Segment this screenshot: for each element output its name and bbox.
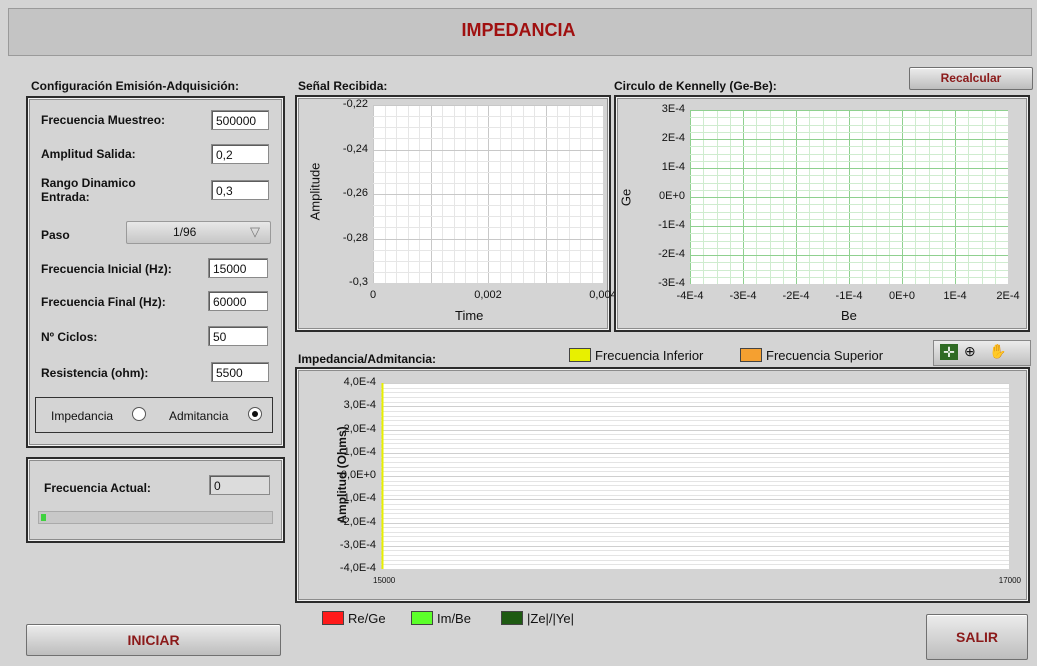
label-frecuencia-muestreo: Frecuencia Muestreo: — [41, 113, 166, 127]
page-title: IMPEDANCIA — [461, 20, 576, 40]
signal-plot-area — [373, 105, 603, 283]
legend-ze-ye: |Ze|/|Ye| — [501, 611, 574, 626]
progress-bar — [38, 511, 273, 524]
cursor-crosshair-icon[interactable]: ✛ — [940, 344, 958, 360]
label-n-ciclos: Nº Ciclos: — [41, 330, 98, 344]
impedance-y-tick: -3,0E-4 — [339, 538, 376, 551]
label-frecuencia-final: Frecuencia Final (Hz): — [41, 295, 166, 309]
impedance-x-tick: 17000 — [998, 576, 1021, 585]
label-amplitud-salida: Amplitud Salida: — [41, 147, 136, 161]
kennelly-y-tick: 1E-4 — [661, 161, 685, 173]
kennelly-y-tick: -1E-4 — [658, 219, 685, 231]
radio-admitancia[interactable] — [248, 407, 262, 421]
radio-impedancia[interactable] — [132, 407, 146, 421]
kennelly-chart-title: Circulo de Kennelly (Ge-Be): — [614, 79, 777, 93]
legend-swatch-inferior — [569, 348, 591, 362]
legend-label-superior: Frecuencia Superior — [766, 348, 884, 363]
signal-y-tick: -0,24 — [342, 142, 368, 155]
legend-label-ze-ye: |Ze|/|Ye| — [527, 611, 574, 626]
kennelly-x-tick: 1E-4 — [943, 290, 967, 302]
legend-swatch-ze-ye — [501, 611, 523, 625]
impedance-x-tick: 15000 — [373, 576, 396, 585]
signal-x-tick: 0,002 — [474, 289, 502, 301]
signal-ylabel: Amplitude — [307, 162, 323, 221]
resistencia-input[interactable]: 5500 — [211, 362, 269, 382]
kennelly-xlabel: Be — [841, 308, 857, 323]
n-ciclos-input[interactable]: 50 — [208, 326, 268, 346]
radio-impedancia-label: Impedancia — [51, 409, 114, 423]
pan-hand-icon[interactable]: ✋ — [989, 343, 1006, 360]
kennelly-x-tick: 0E+0 — [889, 290, 915, 302]
kennelly-x-tick: -1E-4 — [835, 290, 863, 302]
kennelly-y-tick: 2E-4 — [661, 132, 685, 144]
frecuencia-actual-panel — [26, 457, 285, 543]
kennelly-x-tick: -2E-4 — [782, 290, 810, 302]
legend-frecuencia-superior: Frecuencia Superior — [740, 348, 883, 363]
legend-label-re-ge: Re/Ge — [348, 611, 386, 626]
legend-re-ge: Re/Ge — [322, 611, 386, 626]
paso-value: 1/96 — [173, 225, 197, 239]
kennelly-plot-area — [690, 110, 1008, 284]
impedance-y-tick: -4,0E-4 — [339, 562, 376, 574]
paso-select[interactable]: 1/96 ▽ — [126, 221, 271, 244]
kennelly-y-tick: 0E+0 — [659, 190, 685, 202]
amplitud-salida-input[interactable]: 0,2 — [211, 144, 269, 164]
legend-frecuencia-inferior: Frecuencia Inferior — [569, 348, 703, 363]
signal-xlabel: Time — [455, 308, 484, 323]
label-resistencia: Resistencia (ohm): — [41, 366, 149, 380]
frecuencia-inicial-input[interactable]: 15000 — [208, 258, 268, 278]
legend-swatch-superior — [740, 348, 762, 362]
zoom-icon[interactable]: ⊕ — [964, 343, 976, 360]
recalcular-button[interactable]: Recalcular — [909, 67, 1033, 90]
config-title: Configuración Emisión-Adquisición: — [31, 79, 239, 93]
kennelly-y-tick: 3E-4 — [661, 103, 685, 115]
progress-fill — [41, 514, 46, 521]
graph-tools-palette: ✛ ⊕ ✋ — [933, 340, 1031, 366]
label-frecuencia-inicial: Frecuencia Inicial (Hz): — [41, 262, 172, 276]
frecuencia-final-input[interactable]: 60000 — [208, 291, 268, 311]
legend-swatch-im-be — [411, 611, 433, 625]
signal-y-tick: -0,22 — [342, 98, 368, 110]
signal-y-tick: -0,26 — [342, 187, 368, 199]
impedance-y-tick: 4,0E-4 — [343, 376, 376, 388]
legend-swatch-re-ge — [322, 611, 344, 625]
radio-admitancia-dot — [252, 411, 258, 417]
signal-y-tick: -0,3 — [349, 276, 368, 288]
radio-admitancia-label: Admitancia — [169, 409, 229, 423]
frecuencia-actual-value: 0 — [209, 475, 270, 495]
impedance-chart-title: Impedancia/Admitancia: — [298, 352, 437, 366]
impedance-plot-area — [381, 383, 1009, 569]
kennelly-x-tick: -4E-4 — [676, 290, 704, 302]
signal-chart-title: Señal Recibida: — [298, 79, 388, 93]
impedance-y-tick: 3,0E-4 — [343, 399, 376, 412]
salir-button[interactable]: SALIR — [926, 614, 1028, 660]
signal-x-tick: 0 — [369, 289, 377, 301]
label-paso: Paso — [41, 228, 70, 242]
frecuencia-actual-label: Frecuencia Actual: — [44, 481, 151, 495]
impedance-ylabel: Amplitud (Ohms) — [335, 426, 349, 524]
rango-dinamico-input[interactable]: 0,3 — [211, 180, 269, 200]
chevron-down-icon: ▽ — [250, 224, 260, 239]
frecuencia-muestreo-input[interactable]: 500000 — [211, 110, 269, 130]
kennelly-ylabel: Ge — [618, 188, 634, 207]
legend-im-be: Im/Be — [411, 611, 471, 626]
kennelly-y-tick: -3E-4 — [658, 277, 685, 289]
kennelly-x-tick: -3E-4 — [729, 290, 757, 302]
kennelly-x-tick: 2E-4 — [996, 290, 1020, 302]
label-rango-dinamico: Rango Dinamico Entrada: — [41, 176, 136, 204]
signal-y-tick: -0,28 — [342, 231, 368, 244]
legend-label-inferior: Frecuencia Inferior — [595, 348, 704, 363]
legend-label-im-be: Im/Be — [437, 611, 471, 626]
kennelly-y-tick: -2E-4 — [658, 248, 685, 260]
iniciar-button[interactable]: INICIAR — [26, 624, 281, 656]
